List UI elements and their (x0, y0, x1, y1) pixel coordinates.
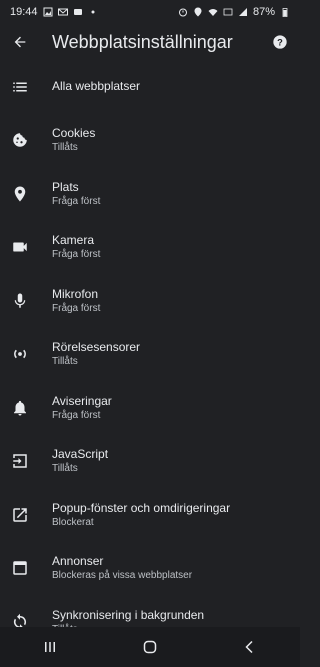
microphone-icon (10, 291, 30, 311)
list-icon (10, 77, 30, 97)
svg-text:?: ? (277, 37, 283, 47)
mail-icon (57, 7, 68, 17)
settings-list: Alla webbplatser Cookies Tillåts Plats F… (0, 60, 300, 649)
setting-title: Popup-fönster och omdirigeringar (52, 500, 231, 515)
recents-icon (45, 642, 55, 652)
popup-icon (10, 505, 30, 525)
wifi-icon (208, 7, 218, 17)
setting-title: Annonser (52, 554, 104, 569)
nav-back-icon (245, 640, 253, 654)
bell-icon (10, 398, 30, 418)
setting-title: Aviseringar (52, 393, 112, 408)
home-icon (143, 640, 157, 654)
voicemail-icon (73, 7, 83, 17)
help-icon: ? (273, 35, 287, 49)
setting-camera[interactable]: Kamera Fråga först (0, 221, 300, 275)
battery-percentage: 87% (252, 6, 275, 18)
setting-title: Rörelsesensorer (52, 340, 141, 355)
arrow-back-icon (14, 36, 26, 48)
app-bar: Webbplatsinställningar ? (0, 24, 300, 60)
alarm-icon (178, 7, 188, 17)
setting-status: Tillåts (52, 463, 78, 475)
navigation-bar (0, 627, 300, 667)
javascript-icon (10, 451, 30, 471)
location-icon (193, 7, 203, 17)
setting-javascript[interactable]: JavaScript Tillåts (0, 435, 300, 489)
setting-motion-sensors[interactable]: Rörelsesensorer Tillåts (0, 328, 300, 382)
setting-status: Fråga först (52, 249, 101, 261)
status-bar: 19:44 87% (0, 0, 300, 24)
setting-popups[interactable]: Popup-fönster och omdirigeringar Blocker… (0, 488, 300, 542)
setting-all-sites[interactable]: Alla webbplatser (0, 60, 300, 114)
gallery-icon (43, 7, 53, 17)
setting-status: Fråga först (52, 195, 101, 207)
volte-icon (223, 7, 233, 17)
setting-ads[interactable]: Annonser Blockeras på vissa webbplatser (0, 542, 300, 596)
ads-icon (10, 558, 30, 578)
home-button[interactable] (130, 632, 170, 662)
setting-status: Fråga först (52, 409, 101, 421)
signal-icon (238, 7, 248, 17)
setting-title: Kamera (52, 233, 95, 248)
help-button[interactable]: ? (270, 32, 290, 52)
dot-icon (88, 7, 98, 17)
location-pin-icon (10, 184, 30, 204)
camera-icon (10, 237, 30, 257)
status-time: 19:44 (10, 6, 38, 18)
motion-sensor-icon (10, 344, 30, 364)
setting-title: Plats (52, 179, 79, 194)
recents-button[interactable] (30, 632, 70, 662)
setting-status: Blockerat (52, 516, 94, 528)
setting-status: Tillåts (52, 142, 78, 154)
setting-notifications[interactable]: Aviseringar Fråga först (0, 381, 300, 435)
setting-location[interactable]: Plats Fråga först (0, 167, 300, 221)
back-button[interactable] (8, 30, 32, 54)
setting-status: Tillåts (52, 356, 78, 368)
battery-icon (280, 7, 290, 17)
setting-title: JavaScript (52, 447, 109, 462)
setting-title: Alla webbplatser (52, 79, 141, 94)
setting-title: Mikrofon (52, 286, 99, 301)
setting-cookies[interactable]: Cookies Tillåts (0, 114, 300, 168)
page-title: Webbplatsinställningar (52, 31, 233, 52)
setting-status: Fråga först (52, 302, 101, 314)
back-nav-button[interactable] (230, 632, 270, 662)
setting-status: Blockeras på vissa webbplatser (52, 570, 193, 582)
cookie-icon (10, 130, 30, 150)
setting-title: Synkronisering i bakgrunden (52, 607, 205, 622)
setting-title: Cookies (52, 126, 96, 141)
setting-microphone[interactable]: Mikrofon Fråga först (0, 274, 300, 328)
